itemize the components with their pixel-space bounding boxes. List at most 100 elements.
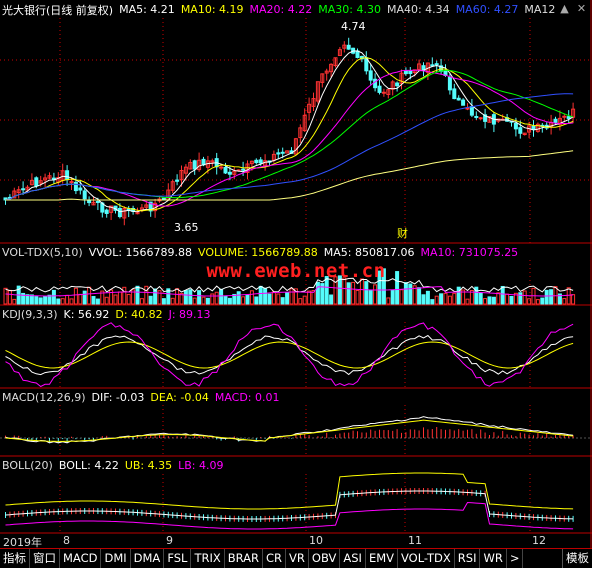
volume-bar (34, 296, 39, 305)
volume-bar (60, 298, 65, 305)
macd-name[interactable]: MACD(12,26,9) (2, 391, 86, 404)
scroll-up-icon[interactable]: ▲ (558, 2, 571, 15)
watermark-text: www.eweb.net.cn (206, 260, 386, 282)
ma20-value: MA20: 4.22 (249, 3, 313, 16)
macd-indicator-header: MACD(12,26,9) DIF: -0.03 DEA: -0.04 MACD… (0, 389, 592, 406)
tab-window[interactable]: 窗口 (30, 549, 60, 568)
volume-bar (7, 289, 12, 305)
volume-bar (452, 292, 457, 305)
volume-bar (505, 293, 510, 305)
candle-body (78, 187, 83, 191)
tab-dmi[interactable]: DMI (101, 549, 131, 568)
volume-bar (386, 297, 391, 305)
finance-marker[interactable]: 财 (397, 225, 408, 241)
ma60-value: MA60: 4.27 (455, 3, 519, 16)
ma60-line (5, 93, 574, 201)
candle-body (21, 188, 26, 191)
ma12x-value: MA12 (524, 3, 556, 16)
candle-body (355, 50, 360, 58)
tab-dma[interactable]: DMA (131, 549, 165, 568)
volume-bar (87, 286, 92, 305)
ma30-line (5, 69, 574, 201)
tab-rsi[interactable]: RSI (455, 549, 481, 568)
volume-bar (241, 296, 246, 305)
ma40-value: MA40: 4.34 (386, 3, 450, 16)
boll-name[interactable]: BOLL(20) (2, 459, 53, 472)
volume-bar (117, 291, 122, 305)
volume-bar (285, 292, 290, 305)
volume-bar (25, 294, 30, 305)
candle-body (403, 70, 408, 75)
tab-indicator[interactable]: 指标 (0, 549, 30, 568)
candle-body (175, 179, 180, 182)
volume-bar (483, 298, 488, 305)
volume-bar (271, 291, 276, 305)
volume-bar (509, 296, 514, 305)
candle-body (258, 159, 263, 164)
volume-bar (562, 298, 567, 305)
volume-bar (249, 290, 254, 305)
indicator-tab-bar: 指标 窗口 MACD DMI DMA FSL TRIX BRAR CR VR O… (0, 548, 592, 568)
candle-body (34, 177, 39, 187)
candle-body (161, 197, 166, 200)
volume-bar (298, 298, 303, 305)
volume-bar (280, 297, 285, 305)
tab-fsl[interactable]: FSL (164, 549, 192, 568)
macd-macd-value: MACD: 0.01 (214, 391, 280, 404)
candle-body (241, 168, 246, 171)
volume-bar (500, 285, 505, 305)
volume-bar (161, 298, 166, 305)
tab-macd[interactable]: MACD (60, 549, 102, 568)
template-button[interactable]: 模板 (562, 549, 592, 568)
kdj-d-value: D: 40.82 (115, 308, 163, 321)
volume-bar (192, 297, 197, 305)
volume-bar (443, 292, 448, 305)
vol-ma5-value: MA5: 850817.06 (323, 246, 415, 259)
boll-ub-value: UB: 4.35 (124, 459, 173, 472)
volume-bar (197, 290, 202, 305)
candle-body (447, 76, 452, 91)
volume-bar (355, 290, 360, 305)
kdj-indicator-header: KDJ(9,3,3) K: 56.92 D: 40.82 J: 89.13 (0, 306, 592, 323)
volume-bar (91, 296, 96, 305)
volume-bar (219, 288, 224, 305)
volume-bar (214, 291, 219, 305)
candle-body (408, 70, 413, 75)
volume-bar (447, 295, 452, 305)
tab-brar[interactable]: BRAR (225, 549, 264, 568)
volume-bar (302, 295, 307, 305)
tab-obv[interactable]: OBV (309, 549, 341, 568)
stock-title[interactable]: 光大银行(日线 前复权) (2, 2, 113, 18)
date-axis-month-10: 10 (309, 534, 323, 547)
macd-dif-line (5, 416, 574, 444)
volume-bar (289, 288, 294, 305)
tab-wr[interactable]: WR (480, 549, 507, 568)
vol-name[interactable]: VOL-TDX(5,10) (2, 246, 83, 259)
volume-bar (417, 287, 422, 305)
volume-bar (183, 290, 188, 305)
candle-body (73, 181, 78, 192)
tab-cr[interactable]: CR (263, 549, 287, 568)
tab-vol-tdx[interactable]: VOL-TDX (398, 549, 455, 568)
volume-bar (126, 293, 131, 305)
tab-trix[interactable]: TRIX (191, 549, 225, 568)
volume-bar (95, 298, 100, 305)
macd-dif-value: DIF: -0.03 (91, 391, 145, 404)
volume-bar (223, 295, 228, 305)
kdj-name[interactable]: KDJ(9,3,3) (2, 308, 58, 321)
volume-bar (69, 298, 74, 305)
candle-body (346, 44, 351, 50)
high-price-label: 4.74 (341, 20, 366, 33)
close-icon[interactable]: ✕ (575, 2, 588, 15)
kdj-j-value: J: 89.13 (168, 308, 211, 321)
candle-body (95, 201, 100, 204)
tab-more-arrow[interactable]: > (507, 549, 524, 568)
chart-canvas[interactable] (0, 0, 592, 567)
volume-bar (144, 285, 149, 305)
candle-body (223, 166, 228, 174)
tab-emv[interactable]: EMV (366, 549, 398, 568)
candle-body (452, 88, 457, 100)
tab-vr[interactable]: VR (286, 549, 309, 568)
tab-asi[interactable]: ASI (340, 549, 366, 568)
candle-body (478, 117, 483, 120)
